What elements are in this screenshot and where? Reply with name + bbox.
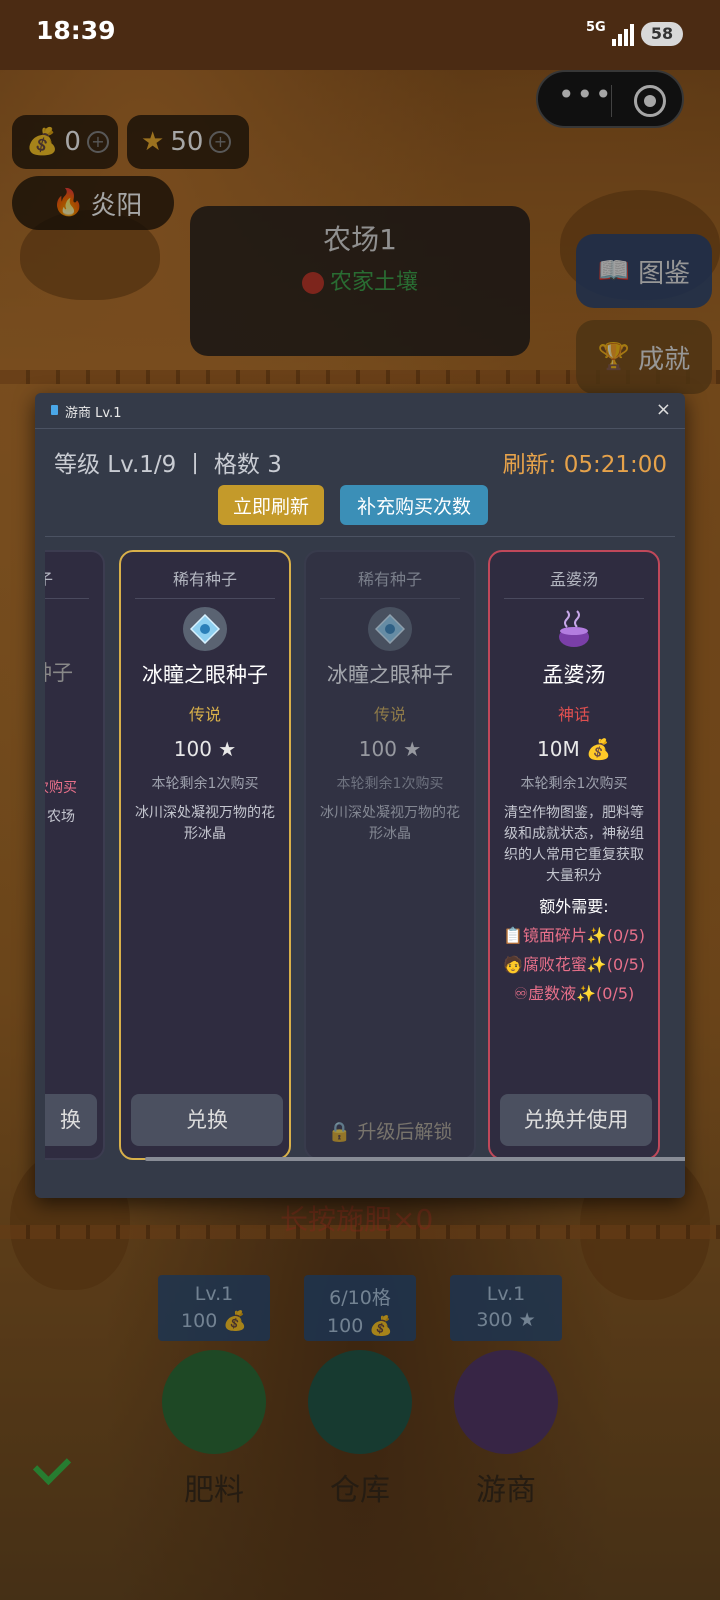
remain-count: 本轮剩余1次购买 xyxy=(520,776,628,792)
status-bar: 18:39 5G 58 xyxy=(0,0,720,70)
item-category: 稀有种子 xyxy=(357,570,422,589)
exchange-button[interactable]: 换 xyxy=(45,1094,97,1146)
item-price: 100 ★ xyxy=(358,737,422,761)
exchange-button[interactable]: 兑换 xyxy=(131,1094,283,1146)
item-category: 稀有种子 xyxy=(172,570,237,589)
close-icon[interactable]: × xyxy=(656,399,671,420)
status-time: 18:39 xyxy=(36,16,116,45)
requirement-item: 🧑腐败花蜜✨(0/5) xyxy=(502,955,646,974)
shop-card: 稀有种子 冰瞳之眼种子 传说 100 ★ 本轮剩余1次购买 冰川深处凝视万物的花… xyxy=(119,550,291,1160)
remain-count: 本轮剩余1次购买 xyxy=(151,776,259,792)
signal-icon xyxy=(612,22,636,46)
shop-card: 孟婆汤 孟婆汤 神话 10M 💰 本轮剩余1次购买 清空作物图鉴，肥料等级和成就… xyxy=(488,550,660,1160)
shop-card: 子 种子 次购买 ，农场 换 xyxy=(45,550,105,1160)
extra-requirements-title: 额外需要: xyxy=(539,897,609,916)
item-price: 100 ★ xyxy=(173,737,237,761)
item-name: 种子 xyxy=(45,661,73,685)
buy-more-button[interactable]: 补充购买次数 xyxy=(340,485,488,525)
refresh-timer: 刷新: 05:21:00 xyxy=(502,452,667,478)
remain-count: 本轮剩余1次购买 xyxy=(336,776,444,792)
rarity-label: 传说 xyxy=(373,705,406,724)
item-name: 孟婆汤 xyxy=(542,663,606,687)
merchant-modal: 游商 Lv.1 × 等级 Lv.1/9 丨 格数 3 刷新: 05:21:00 … xyxy=(35,393,685,1198)
item-name: 冰瞳之眼种子 xyxy=(142,663,268,687)
rarity-label: 传说 xyxy=(188,705,221,724)
item-description: ，农场 xyxy=(45,809,75,825)
requirement-item: 📋镜面碎片✨(0/5) xyxy=(502,926,646,945)
requirement-item: ♾虚数液✨(0/5) xyxy=(513,984,635,1003)
shop-card-locked: 稀有种子 冰瞳之眼种子 传说 100 ★ 本轮剩余1次购买 冰川深处凝视万物的花… xyxy=(304,550,476,1160)
modal-title: 游商 Lv.1 xyxy=(65,406,122,421)
remain-count: 次购买 xyxy=(45,780,77,796)
network-indicator: 5G xyxy=(586,20,606,35)
unlock-hint: 🔒 升级后解锁 xyxy=(327,1121,453,1143)
refresh-now-button[interactable]: 立即刷新 xyxy=(218,485,324,525)
level-info: 等级 Lv.1/9 丨 格数 3 xyxy=(54,452,282,478)
window-icon xyxy=(51,405,58,415)
item-description: 冰川深处凝视万物的花形冰晶 xyxy=(320,805,460,842)
potion-cauldron-icon xyxy=(552,607,596,651)
item-description: 清空作物图鉴，肥料等级和成就状态，神秘组织的人常用它重复获取大量积分 xyxy=(504,805,644,884)
ice-eye-icon xyxy=(368,607,412,651)
horizontal-scrollbar[interactable] xyxy=(145,1157,685,1161)
item-category: 孟婆汤 xyxy=(549,570,598,589)
rarity-label: 神话 xyxy=(557,705,590,724)
ice-eye-icon xyxy=(183,607,227,651)
item-description: 冰川深处凝视万物的花形冰晶 xyxy=(135,805,275,842)
item-price: 10M 💰 xyxy=(537,737,611,761)
item-name: 冰瞳之眼种子 xyxy=(327,663,453,687)
shop-cards-scroller[interactable]: 子 种子 次购买 ，农场 换 稀有种子 冰瞳之眼种子 传说 100 ★ 本轮剩余… xyxy=(45,548,673,1168)
exchange-and-use-button[interactable]: 兑换并使用 xyxy=(500,1094,652,1146)
battery-icon: 58 xyxy=(641,22,683,46)
modal-titlebar: 游商 Lv.1 × xyxy=(35,393,685,429)
divider xyxy=(45,536,675,537)
